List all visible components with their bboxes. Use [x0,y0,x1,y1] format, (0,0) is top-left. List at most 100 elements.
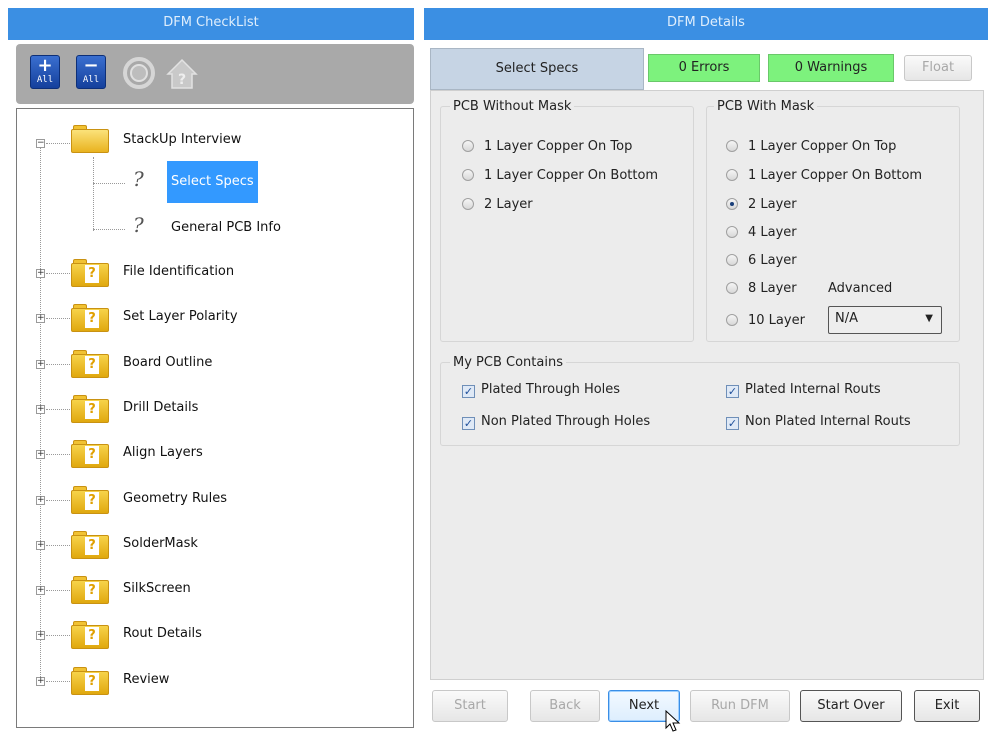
collapse-glyph: − [37,138,45,148]
radio-nomask-1-top[interactable]: 1 Layer Copper On Top [462,139,632,155]
tree-line [93,157,94,231]
radio-nomask-1-bottom[interactable]: 1 Layer Copper On Bottom [462,168,658,184]
float-button[interactable]: Float [904,55,972,81]
tree-item-label: Rout Details [123,626,202,641]
tree-expand-toggle[interactable]: + [36,269,45,278]
question-mark-icon: ? [85,265,99,283]
tree-item-drill-details[interactable]: Drill Details [123,397,198,419]
tree-item-geometry-rules[interactable]: Geometry Rules [123,488,227,510]
tree-line [46,681,70,682]
tree-item-align-layers[interactable]: Align Layers [123,442,203,464]
expand-glyph: + [37,540,45,550]
question-mark-icon: ? [85,356,99,374]
radio-mask-1-bottom[interactable]: 1 Layer Copper On Bottom [726,168,922,184]
mouse-cursor-icon [664,709,684,734]
tree-item-file-identification[interactable]: File Identification [123,261,234,283]
tree-line [46,143,70,144]
radio-mask-4-layer[interactable]: 4 Layer [726,225,797,241]
radio-mask-6-layer[interactable]: 6 Layer [726,253,797,269]
tree-expand-toggle[interactable]: + [36,450,45,459]
radio-mask-8-layer[interactable]: 8 Layer [726,281,797,297]
tree-item-board-outline[interactable]: Board Outline [123,352,212,374]
radio-mask-10-layer[interactable]: 10 Layer [726,313,805,329]
folder-help-icon: ? [71,621,109,649]
tree-item-label: SolderMask [123,536,198,551]
folder-help-icon: ? [71,259,109,287]
start-button[interactable]: Start [432,690,508,722]
check-plated-through-holes[interactable]: ✓ Plated Through Holes [462,382,620,398]
radio-icon [726,314,738,326]
tree-item-rout-details[interactable]: Rout Details [123,623,202,645]
tree-item-review[interactable]: Review [123,669,169,691]
folder-help-icon: ? [71,395,109,423]
tree-expand-toggle[interactable]: + [36,677,45,686]
checkbox-checked-icon: ✓ [726,417,739,430]
tree-line [93,183,125,184]
details-title: DFM Details [667,15,745,30]
expand-glyph: + [37,313,45,323]
expand-glyph: + [37,359,45,369]
run-dfm-button[interactable]: Run DFM [690,690,790,722]
tab-select-specs[interactable]: Select Specs [430,48,644,90]
tree-item-label: Select Specs [167,161,258,203]
radio-mask-2-layer[interactable]: 2 Layer [726,197,797,213]
checklist-title: DFM CheckList [163,15,259,30]
tree-item-select-specs[interactable]: Select Specs [167,161,258,203]
advanced-select[interactable]: N/A ▼ [828,306,942,334]
tree-line [46,454,70,455]
check-non-plated-internal-routs[interactable]: ✓ Non Plated Internal Routs [726,414,911,430]
collapse-all-label: All [82,75,100,85]
tree-expand-toggle[interactable]: + [36,405,45,414]
expand-glyph: + [37,404,45,414]
home-help-icon[interactable]: ? [166,58,198,90]
back-button[interactable]: Back [530,690,600,722]
warnings-badge[interactable]: 0 Warnings [768,54,894,82]
tree-collapse-toggle[interactable]: − [36,139,45,148]
checklist-toolbar: + All − All ? [16,44,414,104]
folder-help-icon: ? [71,667,109,695]
tree-item-label: File Identification [123,264,235,279]
tree-expand-toggle[interactable]: + [36,496,45,505]
start-over-button[interactable]: Start Over [800,690,902,722]
tree-item-set-layer-polarity[interactable]: Set Layer Polarity [123,306,238,328]
circle-arrows-icon[interactable] [122,56,156,90]
button-label: Start [454,698,486,713]
radio-icon [462,140,474,152]
exit-button[interactable]: Exit [914,690,980,722]
radio-mask-1-top[interactable]: 1 Layer Copper On Top [726,139,896,155]
tree-item-label: StackUp Interview [123,132,242,147]
tree-expand-toggle[interactable]: + [36,586,45,595]
expand-glyph: + [37,585,45,595]
float-label: Float [921,60,955,75]
folder-help-icon: ? [71,304,109,332]
tree-expand-toggle[interactable]: + [36,314,45,323]
advanced-select-value: N/A [835,311,858,326]
radio-selected-icon [726,198,738,210]
radio-icon [726,254,738,266]
tree-line [46,409,70,410]
tree-item-general-pcb-info[interactable]: General PCB Info [171,217,281,239]
expand-glyph: + [37,676,45,686]
question-mark-icon: ? [85,492,99,510]
radio-icon [726,169,738,181]
tree-item-silkscreen[interactable]: SilkScreen [123,578,191,600]
tree-item-soldermask[interactable]: SolderMask [123,533,198,555]
tree-line [46,318,70,319]
tree-line [46,590,70,591]
checkbox-checked-icon: ✓ [462,417,475,430]
tree-expand-toggle[interactable]: + [36,360,45,369]
check-plated-internal-routs[interactable]: ✓ Plated Internal Routs [726,382,881,398]
errors-badge[interactable]: 0 Errors [648,54,760,82]
button-label: Next [628,698,660,713]
expand-all-button[interactable]: + All [30,55,60,89]
collapse-all-button[interactable]: − All [76,55,106,89]
radio-nomask-2-layer[interactable]: 2 Layer [462,197,533,213]
folder-help-icon: ? [71,531,109,559]
radio-icon [462,169,474,181]
tree-item-stackup-interview[interactable]: StackUp Interview [123,129,241,151]
tree-expand-toggle[interactable]: + [36,631,45,640]
tree-expand-toggle[interactable]: + [36,541,45,550]
warnings-count: 0 Warnings [794,60,868,75]
folder-help-icon: ? [71,486,109,514]
check-non-plated-through-holes[interactable]: ✓ Non Plated Through Holes [462,414,650,430]
